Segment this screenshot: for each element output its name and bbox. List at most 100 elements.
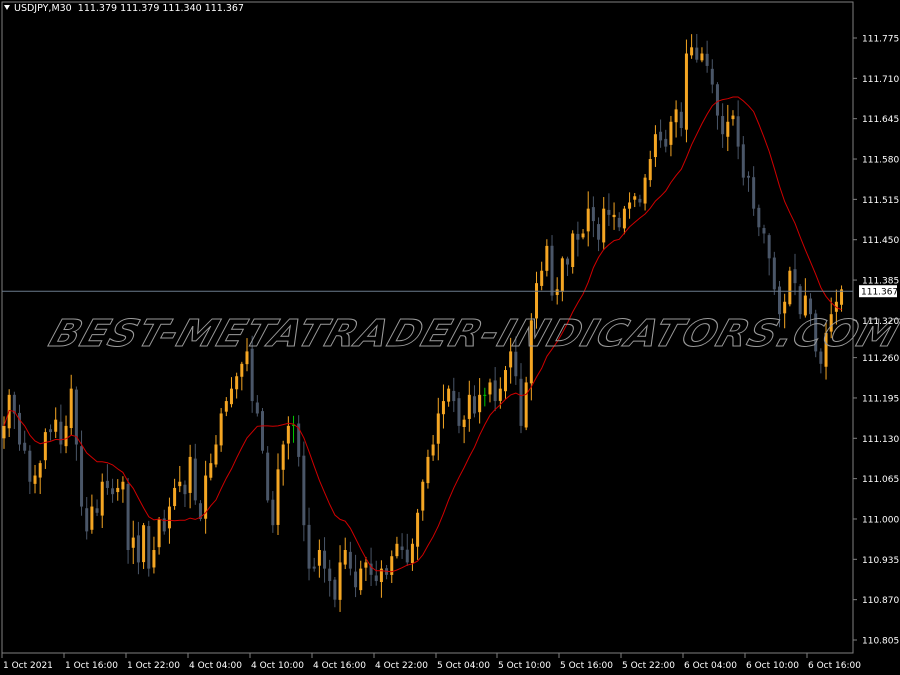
candle-body — [286, 425, 290, 444]
candle — [12, 391, 16, 429]
current-price-tag: 111.367 — [859, 285, 898, 298]
candle — [519, 363, 523, 434]
candle-body — [741, 144, 745, 178]
candle-body — [266, 452, 270, 501]
candle-body — [28, 450, 32, 482]
candle-body — [276, 469, 280, 525]
candle — [162, 509, 166, 535]
candle — [426, 449, 430, 489]
price-tick-label: 111.580 — [862, 156, 899, 166]
candle — [798, 284, 802, 319]
candle — [472, 385, 476, 418]
candle-body — [136, 535, 140, 563]
time-axis: 1 Oct 2021 1 Oct 16:00 1 Oct 22:00 4 Oct 04… — [1, 653, 861, 671]
candle — [819, 348, 823, 374]
candle — [173, 478, 177, 510]
candle-body — [173, 487, 177, 507]
candle-body — [33, 475, 37, 484]
candle — [224, 397, 228, 417]
candle — [643, 174, 647, 211]
candle — [276, 453, 280, 535]
candle — [338, 545, 342, 612]
candle-body — [457, 398, 461, 426]
candle-body — [49, 429, 53, 433]
candle-body — [524, 382, 528, 428]
candle — [421, 479, 425, 521]
candle-body — [131, 537, 135, 548]
candle — [405, 533, 409, 566]
candle-body — [566, 258, 570, 265]
candle-body — [250, 348, 254, 402]
price-tick-label: 111.710 — [862, 75, 899, 85]
candle-body — [12, 394, 16, 414]
candle-body — [591, 207, 595, 222]
candle — [664, 129, 668, 153]
candle — [741, 136, 745, 186]
candle-body — [142, 525, 146, 563]
candle — [69, 374, 73, 436]
candle — [95, 499, 99, 517]
candle-body — [312, 566, 316, 569]
time-tick-label: 1 Oct 16:00 — [65, 661, 118, 671]
time-tick-label: 5 Oct 16:00 — [560, 661, 613, 671]
candle-body — [255, 402, 259, 414]
candle-body — [478, 394, 482, 413]
candle — [431, 435, 435, 461]
candle — [622, 205, 626, 235]
candle-body — [416, 512, 420, 547]
candle-body — [235, 376, 239, 390]
candle-body — [679, 111, 683, 128]
candle — [783, 293, 787, 329]
candle — [348, 541, 352, 576]
candle-body — [581, 233, 585, 238]
candle-body — [152, 550, 156, 568]
price-axis: 111.775 111.710 111.645 111.580 111.515 111.4… — [853, 35, 899, 647]
candle-body — [38, 463, 42, 478]
candle — [307, 507, 311, 581]
candle — [695, 33, 699, 63]
candle-body — [333, 579, 337, 600]
candle — [710, 59, 714, 94]
candle — [209, 453, 213, 481]
price-tick-label: 111.065 — [862, 475, 899, 485]
time-tick-label: 4 Oct 22:00 — [375, 661, 428, 671]
price-tick-label: 111.515 — [862, 196, 899, 206]
time-tick-label: 6 Oct 04:00 — [684, 661, 737, 671]
candle-body — [752, 177, 756, 209]
candle-body — [447, 388, 451, 402]
candle — [302, 441, 306, 542]
candle — [824, 322, 828, 380]
candle — [379, 560, 383, 598]
candle-body — [576, 233, 580, 240]
time-tick-label: 5 Oct 04:00 — [437, 661, 490, 671]
candle-body — [762, 228, 766, 234]
candle — [90, 494, 94, 534]
candle — [653, 125, 657, 167]
candle-body — [405, 549, 409, 563]
candle — [323, 537, 327, 583]
candle-body — [778, 286, 781, 315]
candle-body — [188, 456, 192, 493]
candle-body — [622, 208, 626, 229]
candle-body — [95, 508, 99, 513]
candle-body — [224, 401, 228, 412]
candle-body — [653, 134, 657, 158]
candle-body — [302, 455, 306, 526]
candle — [684, 39, 688, 143]
candle-body — [64, 425, 68, 447]
candle-body — [700, 53, 704, 61]
candle — [126, 477, 130, 564]
candle — [359, 560, 363, 595]
candle — [142, 522, 146, 569]
candle-body — [540, 270, 544, 286]
candle-body — [467, 394, 471, 419]
candle — [493, 367, 497, 412]
candle-body — [535, 283, 539, 319]
candle — [762, 224, 766, 244]
price-tick-label: 111.645 — [862, 115, 899, 125]
candle — [436, 397, 440, 461]
candle-body — [648, 159, 652, 181]
candle — [731, 110, 735, 126]
price-chart[interactable]: 111.775 111.710 111.645 111.580 111.515 111.4… — [0, 0, 900, 675]
candle-body — [167, 506, 171, 529]
